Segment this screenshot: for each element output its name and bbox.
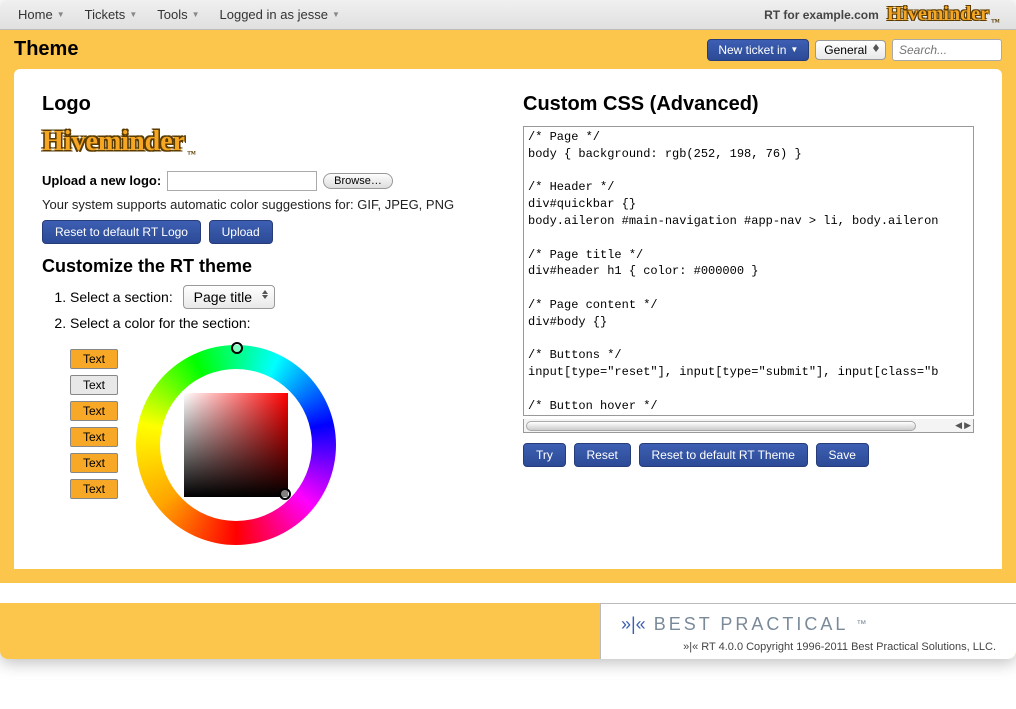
chevron-down-icon: ▼ (129, 10, 137, 19)
swatch-1[interactable]: Text (70, 349, 118, 369)
footer-box: »|« BEST PRACTICAL™ »|« RT 4.0.0 Copyrig… (600, 603, 1016, 659)
swatch-5[interactable]: Text (70, 453, 118, 473)
swatch-4[interactable]: Text (70, 427, 118, 447)
customize-heading: Customize the RT theme (42, 256, 493, 277)
page-title: Theme (14, 38, 707, 61)
queue-select[interactable]: General (815, 40, 886, 60)
try-button[interactable]: Try (523, 443, 566, 467)
upload-help-text: Your system supports automatic color sug… (42, 197, 493, 212)
sv-marker[interactable] (279, 488, 291, 500)
bestpractical-logo: »|« BEST PRACTICAL™ (621, 614, 996, 635)
swatch-3[interactable]: Text (70, 401, 118, 421)
search-input[interactable] (892, 39, 1002, 61)
rt-instance-label: RT for example.com (764, 8, 879, 22)
bp-arrows-icon: »|« (621, 614, 646, 635)
copyright-text: »|« RT 4.0.0 Copyright 1996-2011 Best Pr… (621, 641, 996, 653)
step-2: Select a color for the section: (70, 315, 493, 331)
reset-css-button[interactable]: Reset (574, 443, 631, 467)
chevron-down-icon: ▼ (57, 10, 65, 19)
chevron-down-icon: ▼ (332, 10, 340, 19)
logo-customize-column: Logo Hiveminder™ Upload a new logo: Brow… (42, 93, 493, 545)
page-header: Theme New ticket in▼ General (0, 30, 1016, 69)
saturation-value-box[interactable] (184, 393, 288, 497)
menu-home[interactable]: Home▼ (8, 1, 75, 28)
menu-tickets[interactable]: Tickets▼ (75, 1, 148, 28)
scroll-left-icon[interactable]: ◀ (955, 420, 962, 431)
swatch-2[interactable]: Text (70, 375, 118, 395)
save-button[interactable]: Save (816, 443, 869, 467)
scrollbar-thumb[interactable] (526, 421, 916, 431)
section-select[interactable]: Page title (183, 285, 275, 309)
upload-button[interactable]: Upload (209, 220, 273, 244)
css-textarea[interactable] (523, 126, 974, 416)
brand-logo-small: Hiveminder™ (887, 3, 1008, 27)
upload-label: Upload a new logo: (42, 173, 161, 188)
footer-area: »|« BEST PRACTICAL™ »|« RT 4.0.0 Copyrig… (0, 603, 1016, 659)
brand-logo-large: Hiveminder™ (42, 126, 196, 159)
browse-button[interactable]: Browse… (323, 173, 393, 189)
scroll-right-icon[interactable]: ▶ (964, 420, 971, 431)
logo-heading: Logo (42, 93, 493, 116)
menu-user[interactable]: Logged in as jesse▼ (210, 1, 350, 28)
top-menubar: Home▼ Tickets▼ Tools▼ Logged in as jesse… (0, 0, 1016, 30)
new-ticket-button[interactable]: New ticket in▼ (707, 39, 809, 61)
upload-path-input[interactable] (167, 171, 317, 191)
menu-tools[interactable]: Tools▼ (147, 1, 209, 28)
reset-logo-button[interactable]: Reset to default RT Logo (42, 220, 201, 244)
color-wheel-picker[interactable] (136, 345, 336, 545)
custom-css-column: Custom CSS (Advanced) ◀ ▶ Try Reset Rese… (523, 93, 974, 545)
step-1: Select a section: Page title (70, 285, 493, 309)
reset-theme-button[interactable]: Reset to default RT Theme (639, 443, 808, 467)
css-heading: Custom CSS (Advanced) (523, 93, 974, 116)
swatch-6[interactable]: Text (70, 479, 118, 499)
horizontal-scrollbar[interactable]: ◀ ▶ (523, 419, 974, 433)
chevron-down-icon: ▼ (192, 10, 200, 19)
hue-marker[interactable] (231, 342, 243, 354)
color-presets: Text Text Text Text Text Text (70, 349, 118, 499)
